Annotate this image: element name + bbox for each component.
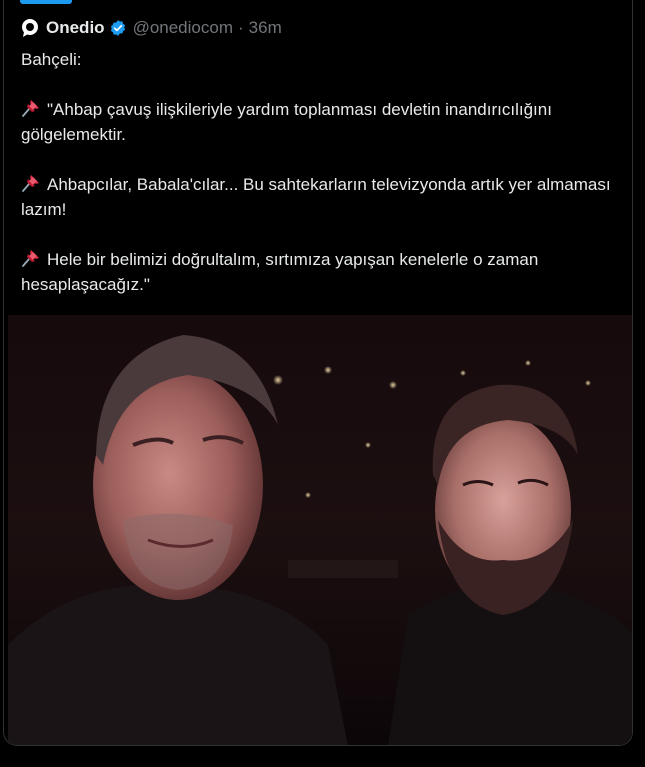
pushpin-icon: [21, 173, 41, 193]
author-handle[interactable]: @onediocom: [133, 18, 233, 38]
tweet-text: Bahçeli: "Ahbap çavuş ilişkileriyle yard…: [21, 47, 621, 297]
tweet-card[interactable]: Onedio @onediocom · 36m Bahçeli: "Ahbap …: [3, 0, 633, 746]
quote-2: Ahbapcılar, Babala'cılar... Bu sahtekarl…: [21, 172, 621, 222]
tweet-header: Onedio @onediocom · 36m: [20, 15, 282, 41]
pushpin-icon: [21, 248, 41, 268]
quote-1-text: "Ahbap çavuş ilişkileriyle yardım toplan…: [21, 100, 552, 144]
quote-3: Hele bir belimizi doğrultalım, sırtımıza…: [21, 247, 621, 297]
quote-3-text: Hele bir belimizi doğrultalım, sırtımıza…: [21, 250, 539, 294]
onedio-logo-icon[interactable]: [20, 18, 40, 38]
author-name[interactable]: Onedio: [46, 18, 105, 38]
separator-dot: ·: [238, 18, 244, 37]
quote-2-text: Ahbapcılar, Babala'cılar... Bu sahtekarl…: [21, 175, 611, 219]
verified-badge-icon: [109, 19, 127, 37]
tweet-intro: Bahçeli:: [21, 50, 82, 69]
pushpin-icon: [21, 98, 41, 118]
tweet-timestamp[interactable]: 36m: [249, 18, 282, 38]
quote-1: "Ahbap çavuş ilişkileriyle yardım toplan…: [21, 97, 621, 147]
selfie-photo: [8, 315, 632, 745]
tweet-media-photo[interactable]: [8, 315, 632, 745]
active-tab-indicator: [20, 0, 72, 4]
